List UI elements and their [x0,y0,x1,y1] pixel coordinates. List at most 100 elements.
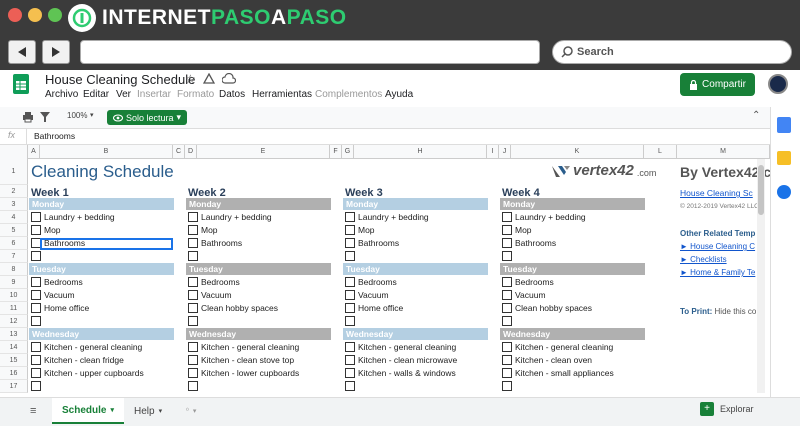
cloud-status-icon[interactable] [221,72,237,88]
column-header[interactable]: M [677,145,770,159]
task-checkbox[interactable] [502,277,512,287]
task-label[interactable]: Clean hobby spaces [201,303,278,313]
task-label[interactable]: Laundry + bedding [358,212,429,222]
task-checkbox[interactable] [188,355,198,365]
zoom-select[interactable]: 100% [67,111,87,120]
task-checkbox[interactable] [31,251,41,261]
zoom-dropdown-icon[interactable]: ▾ [90,111,94,119]
print-icon[interactable] [22,111,34,126]
task-checkbox[interactable] [31,342,41,352]
row-header[interactable]: 16 [0,367,28,380]
maximize-window-icon[interactable] [48,8,62,22]
move-icon[interactable] [202,72,216,88]
task-label[interactable]: Kitchen - clean microwave [358,355,457,365]
task-label[interactable]: Bedrooms [44,277,83,287]
task-checkbox[interactable] [188,381,198,391]
avatar[interactable] [768,74,788,94]
task-label[interactable]: Mop [44,225,61,235]
task-label[interactable]: Laundry + bedding [515,212,586,222]
task-label[interactable]: Clean hobby spaces [515,303,592,313]
menu-insertar[interactable]: Insertar [137,89,171,100]
tasks-icon[interactable] [777,185,791,199]
task-checkbox[interactable] [188,212,198,222]
task-label[interactable]: Bathrooms [201,238,242,248]
task-label[interactable]: Home office [358,303,403,313]
tab-schedule[interactable]: Schedule ▾ [52,398,124,424]
column-header[interactable]: L [644,145,677,159]
task-checkbox[interactable] [502,316,512,326]
close-window-icon[interactable] [8,8,22,22]
row-header[interactable]: 1 [0,159,28,185]
task-checkbox[interactable] [345,290,355,300]
column-header[interactable]: B [40,145,173,159]
task-checkbox[interactable] [502,303,512,313]
row-header[interactable]: 14 [0,341,28,354]
row-header[interactable]: 15 [0,354,28,367]
filter-icon[interactable] [39,111,53,126]
task-checkbox[interactable] [188,342,198,352]
column-header[interactable]: D [185,145,197,159]
related-link[interactable]: ► Checklists [680,255,727,264]
task-label[interactable]: Kitchen - general cleaning [358,342,456,352]
task-checkbox[interactable] [502,290,512,300]
task-label[interactable]: Bedrooms [515,277,554,287]
task-checkbox[interactable] [345,238,355,248]
row-header[interactable]: 11 [0,302,28,315]
minimize-window-icon[interactable] [28,8,42,22]
task-label[interactable]: Kitchen - clean stove top [201,355,294,365]
row-header[interactable]: 4 [0,211,28,224]
task-label[interactable]: Bathrooms [44,238,85,248]
task-label[interactable]: Bedrooms [358,277,397,287]
menu-complementos[interactable]: Complementos [315,89,382,100]
collapse-menu-icon[interactable]: ⌃ [752,110,760,121]
column-header[interactable]: G [342,145,354,159]
task-checkbox[interactable] [502,238,512,248]
task-checkbox[interactable] [345,225,355,235]
star-icon[interactable]: ☆ [185,72,196,86]
menu-ver[interactable]: Ver [116,89,131,100]
task-checkbox[interactable] [502,368,512,378]
task-checkbox[interactable] [31,316,41,326]
task-label[interactable]: Kitchen - clean fridge [44,355,124,365]
task-label[interactable]: Bathrooms [515,238,556,248]
task-label[interactable]: Mop [358,225,375,235]
row-header[interactable]: 2 [0,185,28,198]
task-label[interactable]: Home office [44,303,89,313]
all-sheets-icon[interactable]: ≡ [30,405,36,417]
task-checkbox[interactable] [31,368,41,378]
task-checkbox[interactable] [188,368,198,378]
row-header[interactable]: 10 [0,289,28,302]
task-label[interactable]: Laundry + bedding [201,212,272,222]
task-checkbox[interactable] [188,225,198,235]
task-label[interactable]: Kitchen - walls & windows [358,368,456,378]
task-label[interactable]: Kitchen - small appliances [515,368,614,378]
task-label[interactable]: Bathrooms [358,238,399,248]
column-header[interactable]: A [28,145,40,159]
row-header[interactable]: 6 [0,237,28,250]
explore-button[interactable]: + Explorar [700,402,754,416]
task-checkbox[interactable] [31,277,41,287]
task-label[interactable]: Kitchen - general cleaning [515,342,613,352]
task-checkbox[interactable] [345,316,355,326]
row-header[interactable]: 17 [0,380,28,393]
task-label[interactable]: Bedrooms [201,277,240,287]
column-header[interactable]: H [354,145,487,159]
browser-search-input[interactable]: Search [552,40,792,64]
menu-editar[interactable]: Editar [83,89,109,100]
row-header[interactable]: 7 [0,250,28,263]
row-header[interactable]: 9 [0,276,28,289]
task-checkbox[interactable] [31,238,41,248]
task-checkbox[interactable] [31,355,41,365]
menu-archivo[interactable]: Archivo [45,89,78,100]
task-checkbox[interactable] [31,212,41,222]
menu-formato[interactable]: Formato [177,89,214,100]
task-checkbox[interactable] [502,342,512,352]
task-label[interactable]: Laundry + bedding [44,212,115,222]
task-checkbox[interactable] [502,381,512,391]
column-header[interactable]: C [173,145,185,159]
row-header[interactable]: 3 [0,198,28,211]
task-checkbox[interactable] [31,225,41,235]
task-checkbox[interactable] [188,303,198,313]
task-checkbox[interactable] [31,381,41,391]
column-header[interactable]: E [197,145,330,159]
